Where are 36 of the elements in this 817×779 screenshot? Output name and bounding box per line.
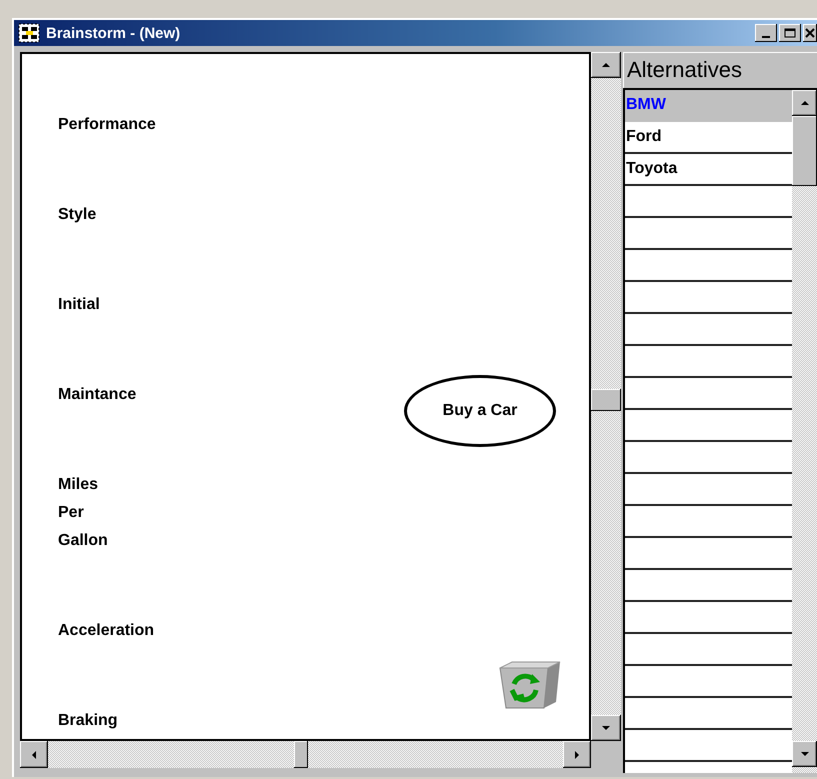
scroll-thumb[interactable] [294, 741, 308, 768]
criterion-node[interactable]: Style [58, 201, 96, 229]
close-icon [805, 28, 815, 38]
horizontal-scrollbar[interactable] [20, 741, 591, 768]
window-title: Brainstorm - (New) [46, 24, 182, 42]
scroll-right-button[interactable] [563, 741, 591, 768]
scroll-up-button[interactable] [792, 90, 817, 116]
criterion-node[interactable]: Braking [58, 707, 118, 735]
scroll-left-button[interactable] [20, 741, 48, 768]
arrow-up-icon [800, 98, 810, 108]
vertical-scrollbar[interactable] [792, 90, 817, 773]
app-icon [18, 23, 40, 43]
scroll-thumb[interactable] [591, 388, 621, 411]
list-item[interactable]: BMW [625, 90, 792, 122]
scroll-down-button[interactable] [591, 715, 621, 741]
minimize-button[interactable] [755, 24, 777, 42]
maximize-button[interactable] [779, 24, 801, 42]
criterion-node[interactable]: Miles Per Gallon [58, 471, 108, 555]
recycle-bin-icon[interactable] [498, 660, 562, 710]
goal-node[interactable]: Buy a Car [404, 375, 556, 447]
scroll-thumb[interactable] [792, 116, 817, 186]
column-header: Alternatives [623, 52, 817, 88]
arrow-down-icon [800, 749, 810, 759]
criterion-node[interactable]: Performance [58, 111, 156, 139]
arrow-up-icon [601, 60, 611, 70]
arrow-right-icon [572, 750, 582, 760]
criterion-node[interactable]: Acceleration [58, 617, 154, 645]
maximize-icon [784, 28, 796, 38]
close-button[interactable] [803, 24, 817, 42]
criterion-node[interactable]: Maintance [58, 381, 136, 409]
criterion-node[interactable]: Initial [58, 291, 100, 319]
minimize-icon [762, 36, 770, 38]
vertical-scrollbar[interactable] [591, 52, 621, 741]
scroll-down-button[interactable] [792, 741, 817, 767]
arrow-down-icon [601, 723, 611, 733]
scroll-up-button[interactable] [591, 52, 621, 78]
